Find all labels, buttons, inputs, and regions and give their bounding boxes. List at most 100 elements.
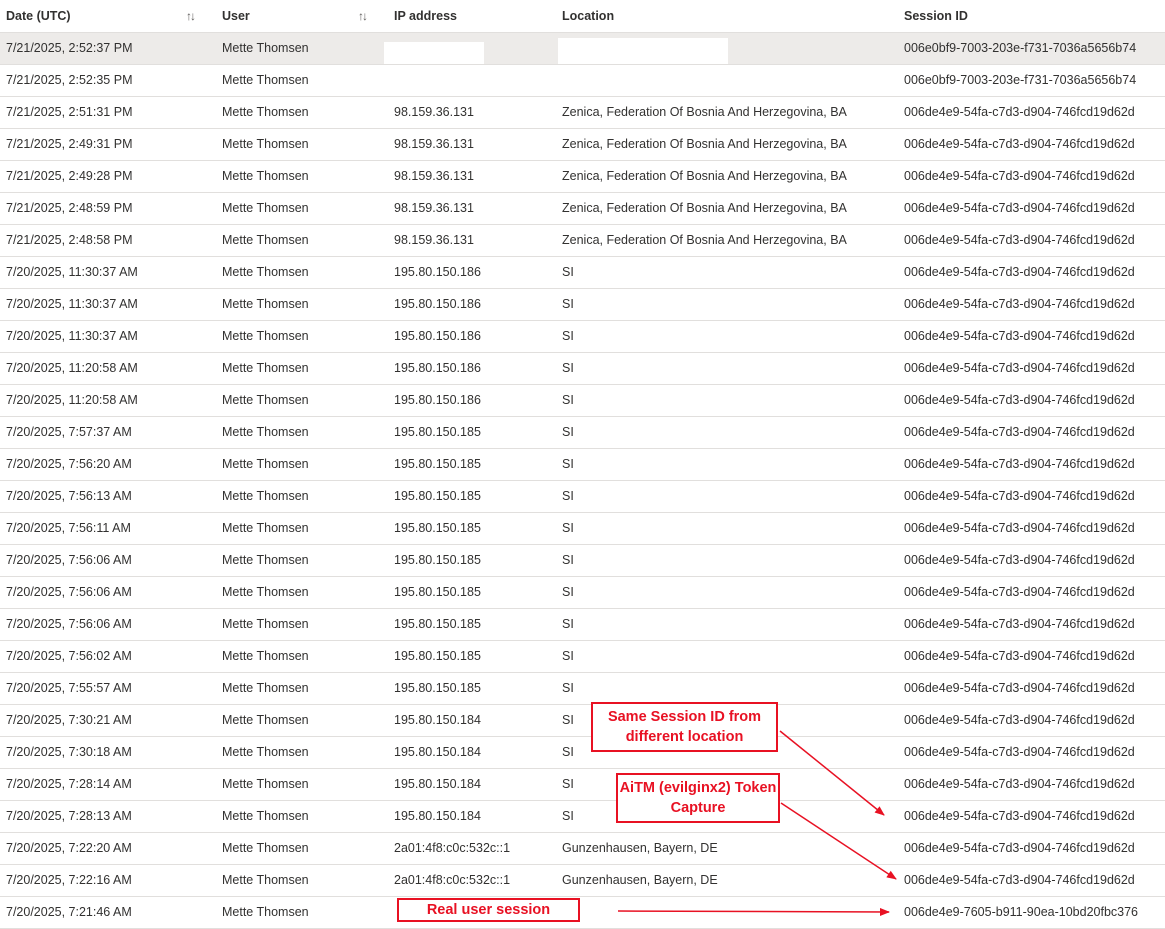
cell-user: Mette Thomsen bbox=[222, 553, 309, 567]
table-row[interactable]: 7/21/2025, 2:49:31 PM Mette Thomsen 98.159… bbox=[0, 129, 1165, 161]
table-row[interactable]: 7/20/2025, 7:28:13 AM Mette Thomsen 195.80… bbox=[0, 801, 1165, 833]
cell-date: 7/20/2025, 7:56:20 AM bbox=[6, 457, 132, 471]
table-row[interactable]: 7/20/2025, 7:56:06 AM Mette Thomsen 195.80… bbox=[0, 577, 1165, 609]
cell-user: Mette Thomsen bbox=[222, 905, 309, 919]
cell-location: Zenica, Federation Of Bosnia And Herzego… bbox=[562, 233, 847, 247]
cell-session-id: 006de4e9-54fa-c7d3-d904-746fcd19d62d bbox=[904, 553, 1135, 567]
table-row[interactable]: 7/20/2025, 7:55:57 AM Mette Thomsen 195.80… bbox=[0, 673, 1165, 705]
cell-session-id: 006de4e9-54fa-c7d3-d904-746fcd19d62d bbox=[904, 201, 1135, 215]
cell-session-id: 006de4e9-54fa-c7d3-d904-746fcd19d62d bbox=[904, 841, 1135, 855]
table-row[interactable]: 7/20/2025, 11:30:37 AM Mette Thomsen 195.8… bbox=[0, 289, 1165, 321]
cell-session-id: 006de4e9-54fa-c7d3-d904-746fcd19d62d bbox=[904, 457, 1135, 471]
cell-user: Mette Thomsen bbox=[222, 137, 309, 151]
cell-location: SI bbox=[562, 681, 574, 695]
cell-location: Zenica, Federation Of Bosnia And Herzego… bbox=[562, 137, 847, 151]
column-header-location[interactable]: Location bbox=[562, 0, 614, 32]
column-header-date[interactable]: Date (UTC) bbox=[6, 0, 71, 32]
cell-session-id: 006de4e9-54fa-c7d3-d904-746fcd19d62d bbox=[904, 777, 1135, 791]
cell-date: 7/20/2025, 7:57:37 AM bbox=[6, 425, 132, 439]
cell-user: Mette Thomsen bbox=[222, 265, 309, 279]
cell-date: 7/20/2025, 7:28:14 AM bbox=[6, 777, 132, 791]
table-row[interactable]: 7/21/2025, 2:51:31 PM Mette Thomsen 98.159… bbox=[0, 97, 1165, 129]
cell-date: 7/20/2025, 7:21:46 AM bbox=[6, 905, 132, 919]
table-row[interactable]: 7/21/2025, 2:49:28 PM Mette Thomsen 98.159… bbox=[0, 161, 1165, 193]
cell-date: 7/20/2025, 7:30:21 AM bbox=[6, 713, 132, 727]
column-header-user[interactable]: User bbox=[222, 0, 250, 32]
cell-session-id: 006de4e9-54fa-c7d3-d904-746fcd19d62d bbox=[904, 745, 1135, 759]
cell-ip: 195.80.150.185 bbox=[394, 457, 481, 471]
cell-session-id: 006de4e9-54fa-c7d3-d904-746fcd19d62d bbox=[904, 617, 1135, 631]
table-row[interactable]: 7/20/2025, 7:56:06 AM Mette Thomsen 195.80… bbox=[0, 609, 1165, 641]
cell-date: 7/20/2025, 11:20:58 AM bbox=[6, 393, 138, 407]
table-row[interactable]: 7/20/2025, 11:20:58 AM Mette Thomsen 195.8… bbox=[0, 353, 1165, 385]
table-row[interactable]: 7/20/2025, 7:28:14 AM Mette Thomsen 195.80… bbox=[0, 769, 1165, 801]
cell-session-id: 006de4e9-54fa-c7d3-d904-746fcd19d62d bbox=[904, 265, 1135, 279]
table-row[interactable]: 7/20/2025, 7:22:20 AM Mette Thomsen 2a01:4… bbox=[0, 833, 1165, 865]
cell-session-id: 006de4e9-54fa-c7d3-d904-746fcd19d62d bbox=[904, 425, 1135, 439]
cell-user: Mette Thomsen bbox=[222, 649, 309, 663]
cell-user: Mette Thomsen bbox=[222, 201, 309, 215]
cell-location: SI bbox=[562, 393, 574, 407]
cell-ip: 195.80.150.185 bbox=[394, 617, 481, 631]
table-row[interactable]: 7/21/2025, 2:48:58 PM Mette Thomsen 98.159… bbox=[0, 225, 1165, 257]
cell-date: 7/20/2025, 7:22:16 AM bbox=[6, 873, 132, 887]
cell-session-id: 006de4e9-54fa-c7d3-d904-746fcd19d62d bbox=[904, 521, 1135, 535]
cell-user: Mette Thomsen bbox=[222, 41, 309, 55]
cell-date: 7/20/2025, 7:56:06 AM bbox=[6, 553, 132, 567]
redacted-location bbox=[558, 38, 728, 64]
sign-in-log-table: Date (UTC) ↑↓ User ↑↓ IP address Locatio… bbox=[0, 0, 1165, 929]
cell-location: Gunzenhausen, Bayern, DE bbox=[562, 841, 718, 855]
column-header-session-id[interactable]: Session ID bbox=[904, 0, 968, 32]
cell-session-id: 006de4e9-54fa-c7d3-d904-746fcd19d62d bbox=[904, 169, 1135, 183]
cell-user: Mette Thomsen bbox=[222, 585, 309, 599]
cell-user: Mette Thomsen bbox=[222, 489, 309, 503]
table-row[interactable]: 7/20/2025, 7:22:16 AM Mette Thomsen 2a01:4… bbox=[0, 865, 1165, 897]
cell-date: 7/20/2025, 7:56:06 AM bbox=[6, 617, 132, 631]
cell-ip: 195.80.150.185 bbox=[394, 489, 481, 503]
cell-session-id: 006de4e9-54fa-c7d3-d904-746fcd19d62d bbox=[904, 329, 1135, 343]
table-row[interactable]: 7/20/2025, 7:21:46 AM Mette Thomsen 006de4… bbox=[0, 897, 1165, 929]
sort-arrows-icon[interactable]: ↑↓ bbox=[358, 0, 368, 32]
table-row[interactable]: 7/21/2025, 2:52:35 PM Mette Thomsen 006e0b… bbox=[0, 65, 1165, 97]
table-row[interactable]: 7/20/2025, 11:30:37 AM Mette Thomsen 195.8… bbox=[0, 257, 1165, 289]
cell-location: Zenica, Federation Of Bosnia And Herzego… bbox=[562, 169, 847, 183]
cell-session-id: 006de4e9-54fa-c7d3-d904-746fcd19d62d bbox=[904, 361, 1135, 375]
table-row[interactable]: 7/20/2025, 7:30:18 AM Mette Thomsen 195.80… bbox=[0, 737, 1165, 769]
sort-arrows-icon[interactable]: ↑↓ bbox=[186, 0, 196, 32]
callout-same-session: Same Session ID from different location bbox=[591, 702, 778, 752]
cell-location: SI bbox=[562, 329, 574, 343]
cell-user: Mette Thomsen bbox=[222, 745, 309, 759]
cell-date: 7/20/2025, 11:20:58 AM bbox=[6, 361, 138, 375]
cell-session-id: 006de4e9-7605-b911-90ea-10bd20fbc376 bbox=[904, 905, 1139, 919]
cell-ip: 98.159.36.131 bbox=[394, 201, 474, 215]
column-header-ip[interactable]: IP address bbox=[394, 0, 457, 32]
table-row[interactable]: 7/20/2025, 7:57:37 AM Mette Thomsen 195.80… bbox=[0, 417, 1165, 449]
table-row[interactable]: 7/20/2025, 7:56:06 AM Mette Thomsen 195.80… bbox=[0, 545, 1165, 577]
table-row[interactable]: 7/20/2025, 7:56:13 AM Mette Thomsen 195.80… bbox=[0, 481, 1165, 513]
cell-location: SI bbox=[562, 777, 574, 791]
cell-location: SI bbox=[562, 521, 574, 535]
table-row[interactable]: 7/21/2025, 2:48:59 PM Mette Thomsen 98.159… bbox=[0, 193, 1165, 225]
table-row[interactable]: 7/20/2025, 7:56:02 AM Mette Thomsen 195.80… bbox=[0, 641, 1165, 673]
cell-date: 7/21/2025, 2:52:37 PM bbox=[6, 41, 133, 55]
cell-session-id: 006de4e9-54fa-c7d3-d904-746fcd19d62d bbox=[904, 681, 1135, 695]
cell-session-id: 006de4e9-54fa-c7d3-d904-746fcd19d62d bbox=[904, 873, 1135, 887]
table-row[interactable]: 7/20/2025, 7:30:21 AM Mette Thomsen 195.80… bbox=[0, 705, 1165, 737]
cell-ip: 195.80.150.186 bbox=[394, 329, 481, 343]
table-row[interactable]: 7/20/2025, 7:56:11 AM Mette Thomsen 195.80… bbox=[0, 513, 1165, 545]
cell-date: 7/20/2025, 7:28:13 AM bbox=[6, 809, 132, 823]
cell-user: Mette Thomsen bbox=[222, 329, 309, 343]
cell-user: Mette Thomsen bbox=[222, 297, 309, 311]
cell-user: Mette Thomsen bbox=[222, 617, 309, 631]
cell-session-id: 006de4e9-54fa-c7d3-d904-746fcd19d62d bbox=[904, 713, 1135, 727]
table-row[interactable]: 7/20/2025, 7:56:20 AM Mette Thomsen 195.80… bbox=[0, 449, 1165, 481]
cell-location: SI bbox=[562, 617, 574, 631]
cell-date: 7/20/2025, 11:30:37 AM bbox=[6, 297, 138, 311]
cell-session-id: 006e0bf9-7003-203e-f731-7036a5656b74 bbox=[904, 41, 1137, 55]
cell-location: SI bbox=[562, 745, 574, 759]
cell-location: Zenica, Federation Of Bosnia And Herzego… bbox=[562, 201, 847, 215]
cell-session-id: 006de4e9-54fa-c7d3-d904-746fcd19d62d bbox=[904, 809, 1135, 823]
table-row[interactable]: 7/20/2025, 11:20:58 AM Mette Thomsen 195.8… bbox=[0, 385, 1165, 417]
cell-ip: 195.80.150.184 bbox=[394, 713, 481, 727]
table-row[interactable]: 7/20/2025, 11:30:37 AM Mette Thomsen 195.8… bbox=[0, 321, 1165, 353]
